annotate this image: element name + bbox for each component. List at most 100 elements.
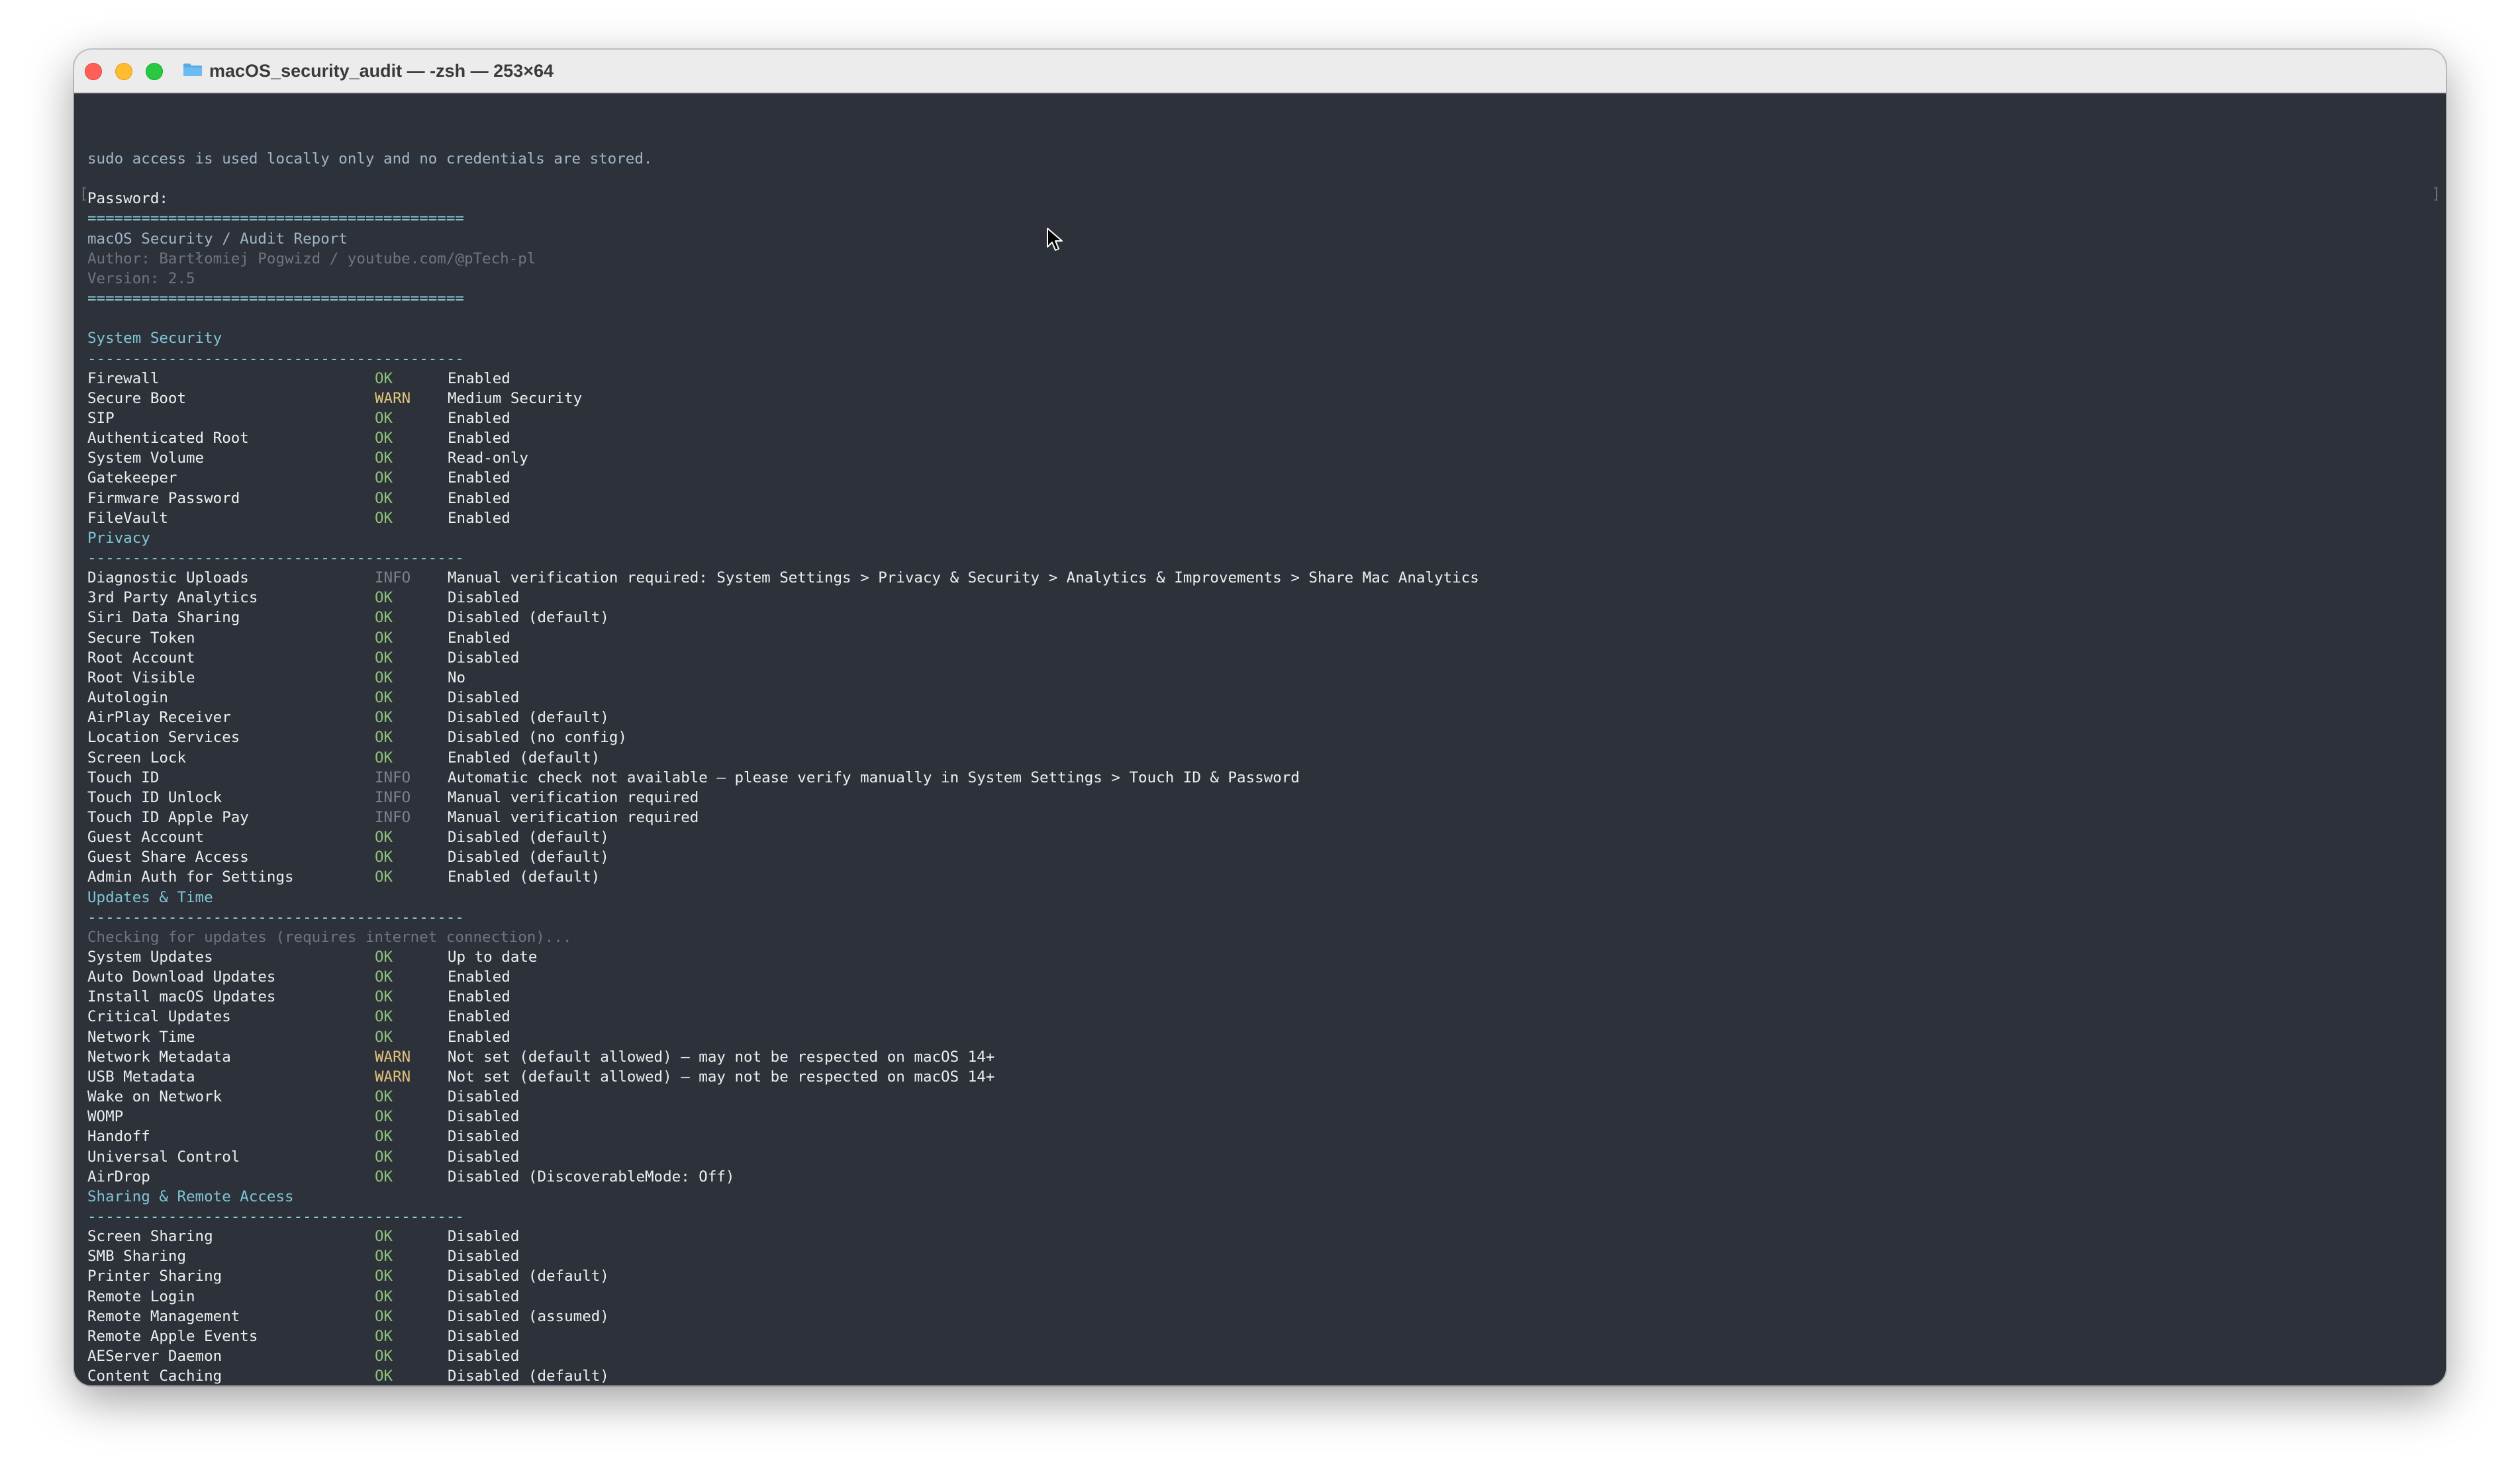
audit-row-label: AirPlay Receiver: [87, 709, 231, 727]
audit-row-status: OK: [375, 409, 393, 427]
password-prompt-line: Password:: [87, 189, 168, 209]
close-button[interactable]: [85, 63, 102, 80]
audit-row-label: Touch ID Apple Pay: [87, 808, 249, 826]
audit-row-value: Disabled (no config): [448, 729, 627, 747]
audit-row-status: OK: [375, 868, 393, 886]
audit-row-status: OK: [375, 1348, 393, 1365]
audit-row-status: OK: [375, 1368, 393, 1385]
audit-row-value: Up to date: [448, 949, 538, 966]
audit-row-status: OK: [375, 1088, 393, 1106]
audit-row-value: Disabled (default): [448, 1368, 609, 1385]
audit-row-status: OK: [375, 949, 393, 966]
section-rule-line: ----------------------------------------…: [87, 1207, 464, 1227]
audit-row-value: Disabled: [448, 1348, 520, 1365]
audit-row-status: OK: [375, 669, 393, 686]
audit-row-value: Medium Security: [448, 389, 583, 407]
audit-row-value: Disabled: [448, 1088, 520, 1106]
audit-row-status: WARN: [375, 1048, 411, 1066]
audit-row-label: AEServer Daemon: [87, 1348, 222, 1365]
section-title: Updates & Time: [87, 888, 213, 906]
window-title: macOS_security_audit — -zsh — 253×64: [209, 60, 554, 81]
audit-row-label: Screen Sharing: [87, 1228, 213, 1246]
audit-row-value: Disabled (assumed): [448, 1307, 609, 1325]
terminal-content[interactable]: [ ] sudo access is used locally only and…: [74, 93, 2446, 1385]
audit-row-label: Content Caching: [87, 1368, 222, 1385]
audit-row-label: WOMP: [87, 1108, 124, 1126]
audit-row-value: Enabled: [448, 1008, 510, 1026]
section-note-line: Checking for updates (requires internet …: [87, 927, 572, 947]
audit-row-label: Root Account: [87, 649, 195, 667]
audit-row-label: Diagnostic Uploads: [87, 569, 249, 587]
minimize-button[interactable]: [115, 63, 132, 80]
audit-row-status: INFO: [375, 788, 411, 806]
audit-row-value: Enabled: [448, 988, 510, 1006]
audit-row-value: Enabled: [448, 469, 510, 487]
terminal-window[interactable]: macOS_security_audit — -zsh — 253×64 [ ]…: [74, 50, 2446, 1385]
audit-row-status: OK: [375, 489, 393, 507]
section-rule-line: ----------------------------------------…: [87, 907, 464, 927]
mouse-pointer-icon: [1047, 228, 1063, 251]
audit-row-value: Manual verification required: [448, 808, 699, 826]
audit-row-value: Disabled: [448, 1248, 520, 1266]
password-prompt: Password:: [87, 190, 168, 208]
audit-row-status: OK: [375, 509, 393, 527]
audit-row-label: Critical Updates: [87, 1008, 231, 1026]
audit-row-value: Disabled: [448, 1228, 520, 1246]
audit-row-value: Disabled (default): [448, 829, 609, 847]
audit-row-label: Siri Data Sharing: [87, 609, 240, 627]
audit-row-status: OK: [375, 729, 393, 747]
audit-row-label: Remote Apple Events: [87, 1327, 258, 1345]
audit-row-value: Disabled (default): [448, 849, 609, 866]
audit-row-label: Screen Lock: [87, 749, 187, 766]
audit-row-label: Secure Token: [87, 629, 195, 647]
section-title-line: System Security: [87, 328, 222, 348]
audit-row-status: OK: [375, 629, 393, 647]
audit-row-value: Enabled: [448, 509, 510, 527]
audit-row-label: Secure Boot: [87, 389, 187, 407]
audit-row-label: System Volume: [87, 449, 205, 467]
audit-row-status: OK: [375, 1228, 393, 1246]
zoom-button[interactable]: [146, 63, 163, 80]
audit-row-label: Universal Control: [87, 1148, 240, 1166]
report-title-line: macOS Security / Audit Report: [87, 229, 348, 249]
audit-row-label: Autologin: [87, 689, 168, 707]
section-rule-line: ----------------------------------------…: [87, 548, 464, 568]
section-title: Privacy: [87, 529, 150, 547]
rule-line: ========================================…: [87, 290, 464, 308]
audit-row-label: Admin Auth for Settings: [87, 868, 294, 886]
audit-row-status: INFO: [375, 569, 411, 587]
audit-row-label: Touch ID: [87, 768, 160, 786]
audit-row-label: Authenticated Root: [87, 430, 249, 447]
audit-row-value: Disabled: [448, 1128, 520, 1146]
audit-row-value: Disabled (default): [448, 609, 609, 627]
report-author: Author: Bartłomiej Pogwizd / youtube.com…: [87, 250, 536, 267]
audit-row-label: SMB Sharing: [87, 1248, 187, 1266]
audit-row-status: OK: [375, 1327, 393, 1345]
folder-icon: [183, 64, 202, 76]
audit-row-status: OK: [375, 749, 393, 766]
audit-row-label: AirDrop: [87, 1168, 150, 1185]
audit-row-status: OK: [375, 1307, 393, 1325]
audit-row-label: Root Visible: [87, 669, 195, 686]
audit-row-label: Remote Management: [87, 1307, 240, 1325]
audit-row-label: USB Metadata: [87, 1068, 195, 1086]
section-rule-line: ----------------------------------------…: [87, 349, 464, 369]
audit-row-value: Enabled: [448, 430, 510, 447]
audit-row-status: OK: [375, 589, 393, 607]
audit-row-status: OK: [375, 609, 393, 627]
section-rule: ----------------------------------------…: [87, 349, 464, 367]
audit-row-label: Touch ID Unlock: [87, 788, 222, 806]
header-rule-top: ========================================…: [87, 209, 464, 228]
audit-row-value: Enabled (default): [448, 868, 601, 886]
audit-row-value: Enabled: [448, 968, 510, 986]
section-rule: ----------------------------------------…: [87, 549, 464, 567]
audit-row-value: No: [448, 669, 466, 686]
section-title-line: Sharing & Remote Access: [87, 1187, 294, 1207]
audit-row-value: Enabled: [448, 369, 510, 387]
title-bar[interactable]: macOS_security_audit — -zsh — 253×64: [74, 50, 2446, 93]
audit-row-status: WARN: [375, 1068, 411, 1086]
audit-row-value: Not set (default allowed) — may not be r…: [448, 1048, 995, 1066]
sudo-note: sudo access is used locally only and no …: [87, 150, 653, 167]
audit-row-value: Enabled: [448, 489, 510, 507]
audit-row-label: Firewall: [87, 369, 160, 387]
